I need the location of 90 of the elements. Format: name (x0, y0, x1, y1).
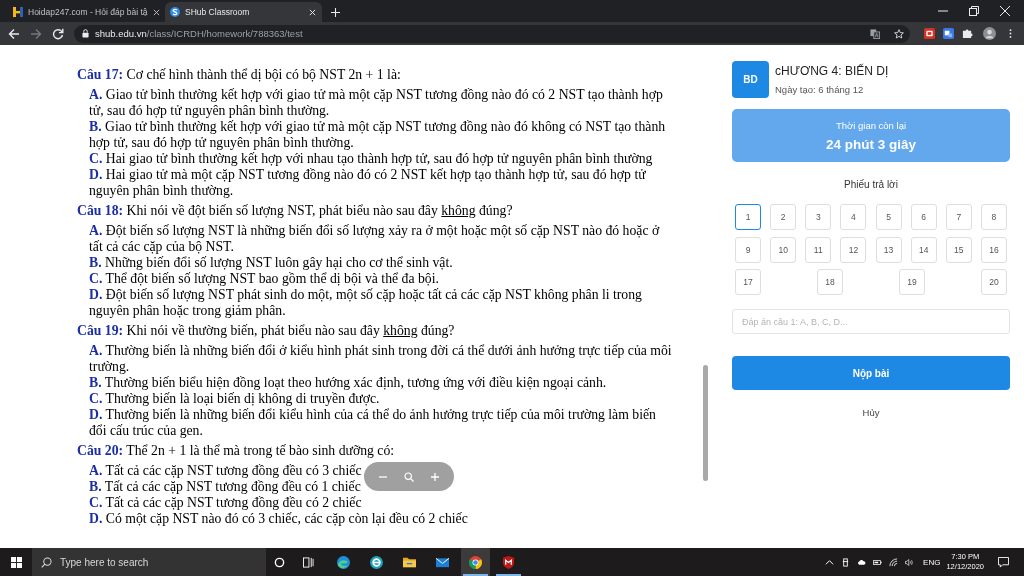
language-indicator[interactable]: ENG (923, 557, 941, 567)
task-view-icon[interactable] (303, 556, 314, 568)
question-number-button[interactable]: 9 (735, 236, 761, 263)
question-number-button[interactable]: 1 (735, 204, 761, 230)
created-date: Ngày tạo: 6 tháng 12 (775, 83, 865, 96)
scrollbar-thumb[interactable] (703, 365, 708, 481)
question-number-button[interactable]: 13 (875, 236, 902, 263)
speaker-icon[interactable] (905, 557, 915, 567)
question-number-button[interactable]: 17 (735, 269, 761, 295)
taskbar-app-button[interactable] (461, 548, 490, 576)
translate-icon[interactable] (870, 28, 880, 39)
question-number-button[interactable]: 4 (840, 204, 867, 230)
device-icon[interactable] (841, 557, 851, 567)
timer-label: Thời gian còn lại (835, 119, 907, 131)
close-icon[interactable] (152, 8, 160, 16)
envelope-icon (436, 555, 449, 569)
question-text: Câu 17: Cơ chế hình thành thể dị bội có bộ NST 2n + 1 là: (77, 67, 401, 83)
question-number-button[interactable]: 2 (770, 204, 797, 230)
chevron-up-icon[interactable] (825, 557, 835, 567)
answer-option: C. Thường biến là loại biến dị không di truyền được. (77, 391, 380, 407)
question-number-button[interactable]: 20 (981, 269, 1007, 295)
timer-value: 24 phút 3 giây (826, 136, 916, 152)
class-avatar: BD (732, 61, 769, 98)
site-logo-icon (170, 7, 180, 17)
question-number-button[interactable]: 18 (817, 269, 843, 295)
question-number-button[interactable]: 14 (910, 236, 937, 263)
answer-option: D. Hai giao tử mà một cặp NST tương đồng nào đó có 2 NST kết hợp tạo thành hợp tử, sau đó hợp tử nguyên phân bình thường. (77, 167, 675, 199)
maximize-icon[interactable] (969, 6, 979, 16)
taskbar-search-field[interactable]: Type here to search (32, 548, 266, 576)
reload-icon[interactable] (52, 27, 64, 40)
back-arrow-icon[interactable] (8, 27, 20, 40)
question-text: Câu 19: Khi nói về thường biến, phát biểu nào sau đây không đúng? (77, 323, 455, 339)
battery-icon[interactable] (873, 557, 883, 567)
answer-option: A. Thường biến là những biến đổi ở kiểu hình phát sinh trong đời cá thể dưới ảnh hưởng trực tiếp của môi trường. (77, 343, 675, 375)
question-number-button[interactable]: 11 (805, 236, 832, 263)
more-options-icon[interactable] (1009, 28, 1012, 39)
answer-option: D. Có một cặp NST nào đó có 3 chiếc, các cặp còn lại đều có 2 chiếc (77, 511, 468, 527)
wifi-icon[interactable] (889, 557, 899, 567)
answer-option: A. Đột biến số lượng NST là những biến đổi số lượng xảy ra ở một hoặc một số cặp NST nào đó hoặc ở tất cả các cặp của bộ NST. (77, 223, 675, 255)
search-icon (41, 556, 52, 568)
site-logo-icon (13, 7, 23, 17)
submit-button[interactable]: Nộp bài (732, 356, 1010, 390)
answer-option: B. Tất cả các cặp NST tương đồng đều có 1 chiếc (77, 479, 361, 495)
answer-option: B. Những biến đổi số lượng NST luôn gây hại cho cơ thể sinh vật. (77, 255, 453, 271)
lock-icon (82, 29, 89, 38)
circle-icon[interactable] (274, 556, 285, 568)
question-number-button[interactable]: 12 (840, 236, 867, 263)
browser-icon (469, 555, 482, 569)
question-number-button[interactable]: 6 (910, 204, 937, 230)
question-text: Câu 20: Thể 2n + 1 là thể mà trong tế bào sinh dưỡng có: (77, 443, 395, 459)
profile-avatar-icon[interactable] (983, 27, 996, 40)
answer-option: B. Giao tử bình thường kết hợp với giao tử mà một cặp NST tương đồng nào đó không có NST tạo thành hợp tử, sau đó hợp tử nguyên phân bình thường. (77, 119, 675, 151)
windows-logo-icon[interactable] (11, 556, 22, 568)
magnifier-icon[interactable] (404, 471, 414, 482)
cloud-icon[interactable] (857, 557, 867, 567)
question-number-button[interactable]: 5 (875, 204, 902, 230)
bookmark-star-icon[interactable] (894, 28, 904, 39)
answer-input-field[interactable]: Đáp án câu 1: A, B, C, D... (732, 309, 1010, 334)
cancel-link[interactable]: Hủy (862, 407, 880, 418)
new-tab-icon[interactable] (331, 8, 340, 17)
shield-icon (502, 555, 515, 569)
folder-icon (403, 555, 416, 569)
question-number-button[interactable]: 19 (899, 269, 925, 295)
question-number-button[interactable]: 3 (805, 204, 832, 230)
assignment-title: cHƯƠNG 4: BIẾN DỊ (775, 64, 889, 79)
extension-icon[interactable] (943, 28, 954, 39)
question-number-button[interactable]: 16 (981, 236, 1007, 263)
question-number-button[interactable]: 15 (945, 236, 972, 263)
browser-tab[interactable]: Hoidap247.com - Hỏi đáp bài tậ (8, 2, 165, 22)
browser-tab[interactable]: SHub Classroom (165, 2, 322, 22)
forward-arrow-icon[interactable] (30, 27, 42, 40)
answer-option: B. Thường biến biểu hiện đồng loạt theo hướng xác định, tương ứng với điều kiện ngoại cảnh. (77, 375, 607, 391)
question-number-button[interactable]: 10 (770, 236, 797, 263)
ring-icon (370, 555, 383, 569)
answer-option: C. Thể đột biến số lượng NST bao gồm thể dị bội và thể đa bội. (77, 271, 439, 287)
answer-option: D. Thường biến là những biến đổi kiểu hình của cá thể do ảnh hưởng trực tiếp của môi trường làm biến đổi cấu trúc của gen. (77, 407, 675, 439)
answer-sheet-title: Phiếu trả lời (844, 179, 898, 190)
address-bar[interactable]: shub.edu.vn/class/ICRDH/homework/788363/test (74, 24, 910, 43)
puzzle-piece-icon[interactable] (962, 28, 973, 39)
wave-icon (337, 555, 350, 569)
answer-option: C. Tất cả các cặp NST tương đồng đều có 2 chiếc (77, 495, 362, 511)
notification-icon[interactable] (998, 556, 1009, 568)
answer-option: D. Đột biến số lượng NST phát sinh do một, một số cặp hoặc tất cả các cặp NST không phân li trong nguyên phân hoặc trong giảm phân. (77, 287, 675, 319)
answer-option: C. Hai giao tử bình thường kết hợp với nhau tạo thành hợp tử, sau đó hợp tử nguyên phân bình thường (77, 151, 653, 167)
question-number-button[interactable]: 7 (945, 204, 972, 230)
extension-icon[interactable] (924, 28, 935, 39)
question-number-button[interactable]: 8 (981, 204, 1007, 230)
answer-option: A. Giao tử bình thường kết hợp với giao tử mà một cặp NST tương đồng nào đó có 2 NST tạo thành hợp tử, sau đó hợp tử nguyên phân bình thường. (77, 87, 675, 119)
answer-option: A. Tất cả các cặp NST tương đồng đều có 3 chiếc (77, 463, 362, 479)
question-text: Câu 18: Khi nói về đột biến số lượng NST, phát biểu nào sau đây không đúng? (77, 203, 513, 219)
